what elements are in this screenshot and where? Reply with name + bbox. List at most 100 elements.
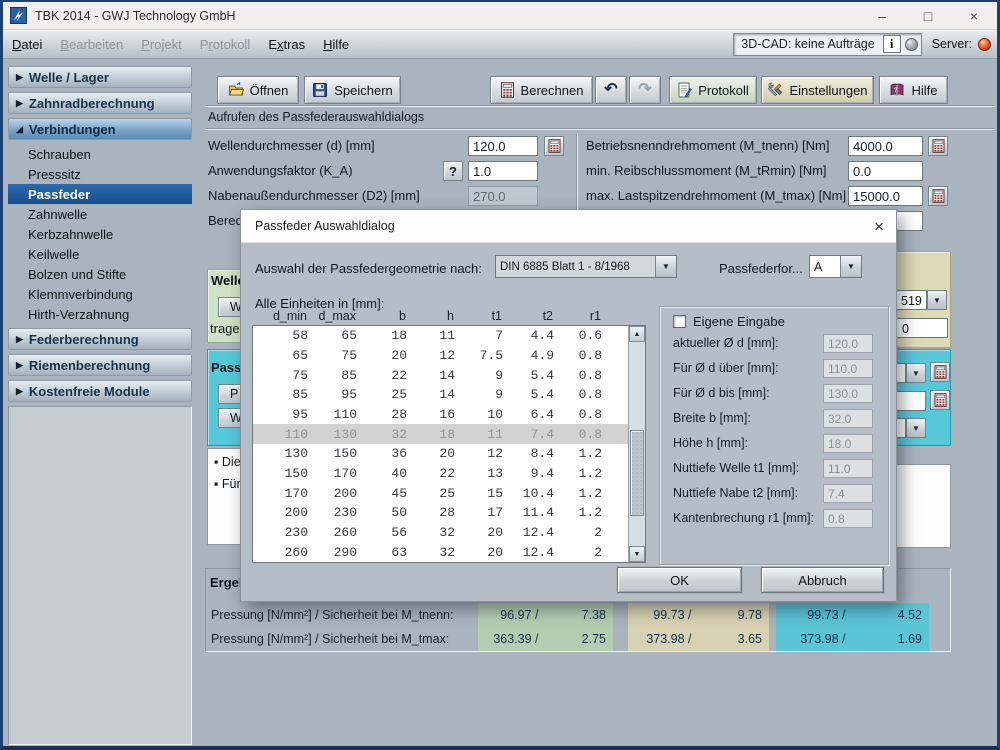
scroll-up-icon[interactable]: ▲ [629,326,645,342]
sidebar-item-zahnwelle[interactable]: Zahnwelle [8,204,192,224]
dialog-titlebar[interactable]: Passfeder Auswahldialog × [241,210,896,243]
cancel-button[interactable]: Abbruch [761,567,884,593]
sidebar-section-label: Federberechnung [28,331,139,347]
dialog-field-input[interactable]: 120.0 [823,334,873,353]
dialog-field-input[interactable]: 110.0 [823,359,873,378]
table-column-t1: t1 [491,309,502,323]
form-input[interactable]: 270.0 [468,186,538,206]
minimize-button[interactable]: – [859,2,905,29]
redo-button[interactable]: ↷ [629,76,661,104]
save-floppy-icon [313,83,328,97]
dialog-field-label: Breite b [mm]: [673,411,751,425]
dialog-field-input[interactable]: 32.0 [823,409,873,428]
form-input[interactable]: 120.0 [468,136,538,156]
table-row[interactable]: 110 130 32 18 11 7.4 0.8 [253,424,628,445]
undo-icon: ↶ [604,81,618,98]
result-cell: 96.97 /7.38 [478,603,613,627]
sidebar-section-kostenfreie-module[interactable]: ▶ Kostenfreie Module [8,380,192,402]
menu-item-extras[interactable]: Extras [259,34,314,55]
table-header: d_min d_max b h t1 t2 r1 [252,309,629,323]
table-row[interactable]: 260 290 63 32 20 12.4 2 [253,542,628,562]
save-button[interactable]: Speichern [304,76,401,104]
dialog-field-input[interactable]: 7.4 [823,484,873,503]
geometry-combo[interactable]: DIN 6885 Blatt 1 - 8/1968 ▼ [495,255,677,278]
own-input-checkbox[interactable] [673,315,686,328]
close-button[interactable]: × [951,2,997,29]
table-row[interactable]: 130 150 36 20 12 8.4 1.2 [253,444,628,464]
cad-status-led [904,37,918,51]
sidebar-item-schrauben[interactable]: Schrauben [8,144,192,164]
table-row[interactable]: 150 170 40 22 13 9.4 1.2 [253,464,628,484]
dialog-field-input[interactable]: 18.0 [823,434,873,453]
sidebar-item-hirth-verzahnung[interactable]: Hirth-Verzahnung [8,304,192,324]
ok-button[interactable]: OK [617,567,742,593]
ka-help-button[interactable]: ? [443,161,463,181]
dialog-field-input[interactable]: 130.0 [823,384,873,403]
table-column-h: h [447,309,454,323]
sidebar-section-verbindungen[interactable]: ◢ Verbindungen [8,118,192,140]
form-input[interactable]: 1.0 [468,161,538,181]
dialog-field-label: Für Ø d über [mm]: [673,361,779,375]
table-row[interactable]: 170 200 45 25 15 10.4 1.2 [253,483,628,503]
protocol-button[interactable]: Protokoll [669,76,757,104]
geometry-table[interactable]: 58 65 18 11 7 4.4 0.6 65 75 20 12 7.5 4.9 0.8 75 85 22 14… [252,325,646,563]
sidebar-section-welle-lager[interactable]: ▶ Welle / Lager [8,66,192,88]
geometry-combo-arrow-icon[interactable]: ▼ [655,256,676,277]
calc-field-button[interactable] [928,186,948,206]
menu-item-projekt: Projekt [141,36,182,52]
sidebar-item-klemmverbindung[interactable]: Klemmverbindung [8,284,192,304]
passfederform-combo-arrow-icon[interactable]: ▼ [840,256,861,277]
beige-combo-arrow-icon[interactable]: ▼ [927,290,947,310]
dialog-field-label: Nuttiefe Welle t1 [mm]: [673,461,800,475]
welle-panel-text: trager [210,321,244,336]
sidebar-item-passfeder[interactable]: Passfeder [8,184,192,204]
table-row[interactable]: 95 110 28 16 10 6.4 0.8 [253,405,628,425]
sidebar-section-federberechnung[interactable]: ▶ Federberechnung [8,328,192,350]
info-button[interactable]: i [882,35,901,53]
dialog-field-label: Kantenbrechung r1 [mm]: [673,511,815,525]
calc-field-button[interactable] [544,136,564,156]
dialog-field-input[interactable]: 11.0 [823,459,873,478]
table-row[interactable]: 200 230 50 28 17 11.4 1.2 [253,503,628,523]
sidebar-section-riemenberechnung[interactable]: ▶ Riemenberechnung [8,354,192,376]
app-icon [10,7,27,24]
table-row[interactable]: 85 95 25 14 9 5.4 0.8 [253,385,628,405]
table-row[interactable]: 230 260 56 32 20 12.4 2 [253,523,628,543]
sidebar-item-kerbzahnwelle[interactable]: Kerbzahnwelle [8,224,192,244]
table-row[interactable]: 65 75 20 12 7.5 4.9 0.8 [253,346,628,366]
form-input[interactable]: 15000.0 [848,186,923,206]
server-label: Server: [931,37,972,51]
table-row[interactable]: 75 85 22 14 9 5.4 0.8 [253,365,628,385]
cyan-combo-arrow-1[interactable]: ▼ [906,363,926,383]
form-input[interactable]: 0.0 [848,161,923,181]
open-button[interactable]: Öffnen [217,76,299,104]
help-book-icon: ? [891,83,904,96]
form-input[interactable]: 4000.0 [848,136,923,156]
sidebar-section-zahnradberechnung[interactable]: ▶ Zahnradberechnung [8,92,192,114]
settings-button[interactable]: Einstellungen [761,76,874,104]
calc-field-button[interactable] [928,136,948,156]
scroll-down-icon[interactable]: ▼ [629,546,645,562]
calculate-button[interactable]: Berechnen [490,76,593,104]
sidebar-item-presssitz[interactable]: Presssitz [8,164,192,184]
result-cell: 363.39 /2.75 [478,627,613,651]
cyan-calc-button-1[interactable] [930,362,950,382]
help-button[interactable]: ? Hilfe [879,76,948,104]
table-row[interactable]: 58 65 18 11 7 4.4 0.6 [253,326,628,346]
dialog-close-icon[interactable]: × [874,218,884,235]
result-row: Pressung [N/mm²] / Sicherheit bei M_tnen… [207,603,949,627]
table-scrollbar[interactable]: ▲ ▼ [628,326,645,562]
menu-item-hilfe[interactable]: Hilfe [314,34,358,55]
cyan-combo-arrow-2[interactable]: ▼ [906,418,926,438]
dialog-field-input[interactable]: 0.8 [823,509,873,528]
undo-button[interactable]: ↶ [595,76,627,104]
passfederform-combo[interactable]: A ▼ [809,255,862,278]
sidebar-item-keilwelle[interactable]: Keilwelle [8,244,192,264]
form-label: min. Reibschlussmoment (M_tRmin) [Nm] [586,163,827,178]
sidebar-section-label: Zahnradberechnung [28,95,155,111]
scrollbar-thumb[interactable] [630,430,644,516]
menu-item-datei[interactable]: Datei [3,34,51,55]
maximize-button[interactable]: □ [905,2,951,29]
cyan-calc-button-2[interactable] [930,390,950,410]
sidebar-item-bolzen-und-stifte[interactable]: Bolzen und Stifte [8,264,192,284]
